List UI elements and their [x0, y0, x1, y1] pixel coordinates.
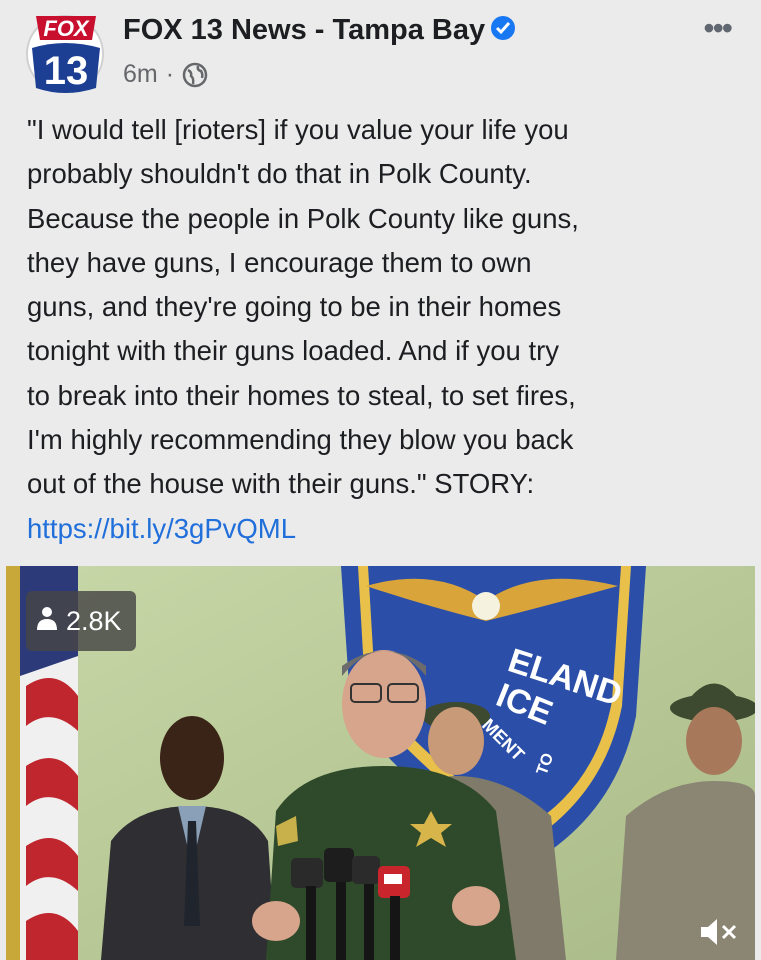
story-link[interactable]: https://bit.ly/3gPvQML: [27, 507, 747, 551]
post-text-line: guns, and they're going to be in their h…: [27, 291, 562, 323]
mute-icon[interactable]: [699, 917, 739, 952]
post-timestamp[interactable]: 6m: [123, 60, 158, 89]
post-text: "I would tell [rioters] if you value you…: [27, 108, 747, 551]
avatar-top-text: FOX: [43, 16, 90, 41]
avatar-number: 13: [44, 49, 89, 93]
person-icon: [36, 606, 58, 637]
page-avatar[interactable]: FOX 13: [22, 8, 108, 94]
facebook-post: FOX 13 FOX 13 News - Tampa Bay 6m · ••• …: [0, 0, 761, 960]
page-name-text[interactable]: FOX 13 News - Tampa Bay: [123, 14, 485, 46]
verified-badge-icon: [491, 16, 516, 41]
page-name[interactable]: FOX 13 News - Tampa Bay: [123, 14, 516, 47]
more-options-button[interactable]: •••: [703, 12, 733, 44]
post-text-line: out of the house with their guns." STORY…: [27, 468, 535, 500]
meta-separator: ·: [165, 60, 175, 88]
post-text-line: "I would tell [rioters] if you value you…: [27, 114, 569, 145]
post-text-line: Because the people in Polk County like g…: [27, 202, 579, 234]
viewer-count: 2.8K: [66, 605, 122, 636]
viewer-count-badge: 2.8K: [26, 591, 136, 651]
globe-icon[interactable]: [182, 62, 208, 88]
post-text-line: I'm highly recommending they blow you ba…: [27, 424, 574, 456]
post-meta: 6m ·: [123, 60, 208, 89]
post-text-line: to break into their homes to steal, to s…: [27, 379, 576, 411]
post-text-line: tonight with their guns loaded. And if y…: [27, 335, 559, 367]
post-text-line: they have guns, I encourage them to own: [27, 246, 532, 278]
post-text-line: probably shouldn't do that in Polk Count…: [27, 158, 532, 190]
